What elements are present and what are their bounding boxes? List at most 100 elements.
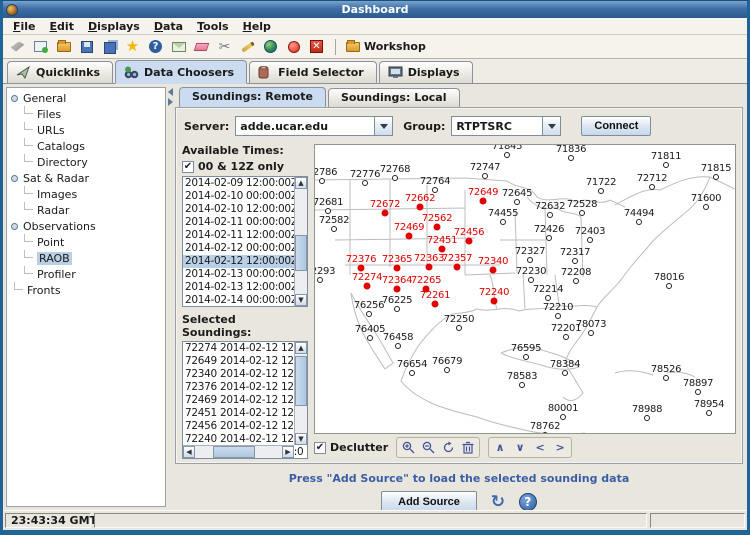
- time-list-item[interactable]: 2014-02-10 00:00:00Z: [183, 190, 307, 203]
- menu-tools[interactable]: Tools: [191, 19, 236, 34]
- station-label-71811[interactable]: 71811: [651, 152, 681, 162]
- station-label-72456[interactable]: 72456: [454, 228, 484, 238]
- station-label-76679[interactable]: 76679: [432, 357, 462, 367]
- tree-expand-handle[interactable]: [11, 175, 18, 182]
- menu-file[interactable]: File: [7, 19, 44, 34]
- tree-item-raob[interactable]: RAOB: [11, 250, 165, 266]
- station-label-78762[interactable]: 78762: [530, 422, 560, 432]
- soundings-vscrollbar[interactable]: ▲ ▼: [294, 342, 307, 445]
- sounding-list-item[interactable]: 72340 2014-02-12 12:0: [183, 368, 307, 381]
- station-dot-72250[interactable]: [456, 325, 462, 331]
- station-label-72426[interactable]: 72426: [534, 225, 564, 235]
- station-label-72786[interactable]: 72786: [314, 168, 337, 178]
- subtab-soundings-remote[interactable]: Soundings: Remote: [179, 87, 326, 108]
- station-dot-80001[interactable]: [560, 414, 566, 420]
- arrow-right-icon[interactable]: >: [550, 439, 570, 456]
- tree-item-directory[interactable]: Directory: [11, 154, 165, 170]
- collapse-right-icon[interactable]: [168, 98, 173, 106]
- station-dot-72672[interactable]: [382, 210, 389, 217]
- station-label-76595[interactable]: 76595: [511, 344, 541, 354]
- soundings-list[interactable]: 72274 2014-02-12 12:072649 2014-02-12 12…: [182, 341, 308, 459]
- time-list-item[interactable]: 2014-02-12 00:00:00Z: [183, 242, 307, 255]
- sounding-list-item[interactable]: 72469 2014-02-12 12:0: [183, 394, 307, 407]
- tree-group-fronts[interactable]: Fronts: [11, 282, 165, 298]
- station-label-72764[interactable]: 72764: [420, 177, 450, 187]
- station-dot-76654[interactable]: [409, 370, 415, 376]
- station-dot-78016[interactable]: [666, 283, 672, 289]
- station-label-72672[interactable]: 72672: [370, 200, 400, 210]
- station-label-76458[interactable]: 76458: [383, 333, 413, 343]
- scrollbar-thumb[interactable]: [295, 356, 307, 406]
- zoom-in-icon[interactable]: [398, 439, 418, 456]
- station-dot-72365[interactable]: [394, 265, 401, 272]
- station-dot-74494[interactable]: [636, 219, 642, 225]
- station-dot-78583[interactable]: [519, 382, 525, 388]
- station-dot-72240[interactable]: [491, 298, 498, 305]
- station-dot-72662[interactable]: [417, 204, 424, 211]
- declutter-checkbox[interactable]: ✔: [314, 442, 326, 454]
- tree-item-profiler[interactable]: Profiler: [11, 266, 165, 282]
- record-icon[interactable]: [285, 38, 302, 55]
- station-label-72261[interactable]: 72261: [420, 291, 450, 301]
- station-label-72469[interactable]: 72469: [394, 223, 424, 233]
- station-label-76225[interactable]: 76225: [382, 296, 412, 306]
- collapse-left-icon[interactable]: [168, 88, 173, 96]
- station-dot-71845[interactable]: [504, 152, 510, 158]
- station-label-72317[interactable]: 72317: [560, 248, 590, 258]
- station-label-74494[interactable]: 74494: [624, 209, 654, 219]
- station-dot-71722[interactable]: [598, 188, 604, 194]
- station-dot-72230[interactable]: [528, 277, 534, 283]
- tab-field-selector[interactable]: Field Selector: [249, 61, 377, 83]
- tree-group-observations[interactable]: Observations: [11, 218, 165, 234]
- time-list-item[interactable]: 2014-02-13 12:00:00Z: [183, 281, 307, 294]
- station-label-71722[interactable]: 71722: [586, 178, 616, 188]
- scissors-icon[interactable]: ✂: [216, 38, 233, 55]
- station-dot-72776[interactable]: [362, 180, 368, 186]
- station-label-76654[interactable]: 76654: [397, 360, 427, 370]
- station-label-74455[interactable]: 74455: [488, 209, 518, 219]
- tree-expand-handle[interactable]: [11, 95, 18, 102]
- station-dot-78384[interactable]: [562, 370, 568, 376]
- soundings-hscrollbar[interactable]: ◀ ▶: [183, 445, 294, 458]
- station-label-72274[interactable]: 72274: [352, 273, 382, 283]
- station-dot-76225[interactable]: [394, 306, 400, 312]
- new-window-icon[interactable]: [32, 38, 49, 55]
- group-dropdown-button[interactable]: [542, 117, 560, 135]
- refresh-icon[interactable]: ↻: [489, 493, 507, 510]
- sounding-list-item[interactable]: 72456 2014-02-12 12:0: [183, 420, 307, 433]
- time-list-item[interactable]: 2014-02-12 12:00:00Z: [183, 255, 307, 268]
- station-dot-72469[interactable]: [406, 233, 413, 240]
- station-dot-72357[interactable]: [454, 264, 461, 271]
- station-dot-78762[interactable]: [542, 432, 548, 434]
- scroll-left-icon[interactable]: ◀: [183, 446, 195, 458]
- arrow-left-icon[interactable]: <: [530, 439, 550, 456]
- station-dot-72786[interactable]: [319, 178, 325, 184]
- tree-expand-handle[interactable]: [11, 223, 18, 230]
- time-list-item[interactable]: 2014-02-09 12:00:00Z: [183, 177, 307, 190]
- station-dot-72293[interactable]: [317, 277, 323, 283]
- station-label-72340[interactable]: 72340: [478, 257, 508, 267]
- station-label-80001[interactable]: 80001: [548, 404, 578, 414]
- station-dot-76256[interactable]: [366, 311, 372, 317]
- station-label-72357[interactable]: 72357: [442, 254, 472, 264]
- tree-item-radar[interactable]: Radar: [11, 202, 165, 218]
- split-pane-divider[interactable]: [166, 84, 175, 510]
- station-dot-72214[interactable]: [545, 295, 551, 301]
- tree-item-point[interactable]: Point: [11, 234, 165, 250]
- station-label-78897[interactable]: 78897: [683, 379, 713, 389]
- station-label-72768[interactable]: 72768: [380, 165, 410, 175]
- station-label-72403[interactable]: 72403: [575, 227, 605, 237]
- station-label-78016[interactable]: 78016: [654, 273, 684, 283]
- station-dot-76679[interactable]: [444, 367, 450, 373]
- sounding-list-item[interactable]: 72451 2014-02-12 12:0: [183, 407, 307, 420]
- arrow-up-icon[interactable]: ∧: [490, 439, 510, 456]
- help-icon[interactable]: ?: [519, 493, 537, 510]
- tree-item-images[interactable]: Images: [11, 186, 165, 202]
- time-list-item[interactable]: 2014-02-14 00:00:00Z: [183, 294, 307, 307]
- subtab-soundings-local[interactable]: Soundings: Local: [328, 88, 460, 107]
- tree-item-files[interactable]: Files: [11, 106, 165, 122]
- station-dot-72274[interactable]: [364, 283, 371, 290]
- station-dot-72327[interactable]: [527, 257, 533, 263]
- station-label-72747[interactable]: 72747: [470, 163, 500, 173]
- station-dot-71836[interactable]: [568, 155, 574, 161]
